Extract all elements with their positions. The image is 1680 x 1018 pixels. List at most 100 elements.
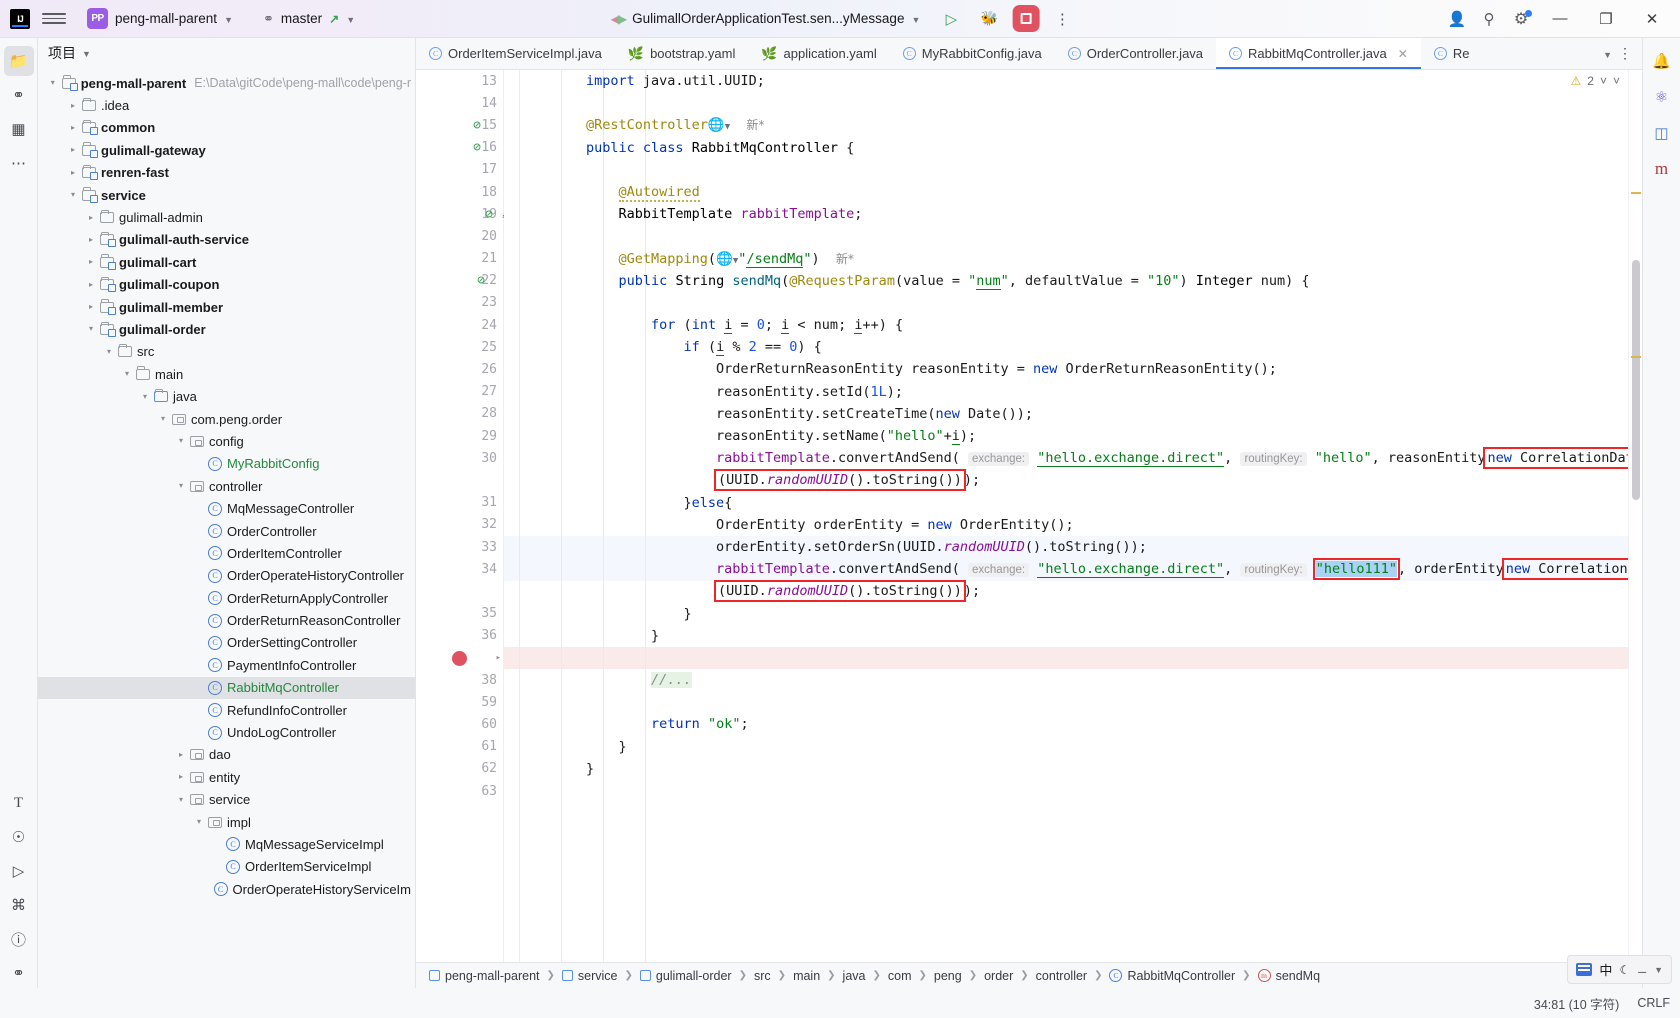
tree-expand-arrow[interactable]: ▸: [66, 101, 80, 110]
gutter-line-number[interactable]: 14: [416, 92, 503, 114]
tree-item-orderreturnreasoncontroller[interactable]: C OrderReturnReasonController: [38, 609, 415, 631]
tree-item-renren-fast[interactable]: ▸ renren-fast: [38, 162, 415, 184]
tree-expand-arrow[interactable]: ▸: [66, 146, 80, 154]
project-tool-icon[interactable]: 📁: [3, 46, 34, 76]
breadcrumb-item-order[interactable]: order: [981, 968, 1016, 984]
code-line[interactable]: public String sendMq(@RequestParam(value…: [586, 270, 1628, 292]
breadcrumb-item-sendmq[interactable]: m sendMq: [1255, 968, 1323, 984]
tree-expand-arrow[interactable]: ▾: [138, 392, 152, 401]
more-options-button[interactable]: ⋮: [1047, 5, 1077, 33]
code-line[interactable]: [586, 159, 1628, 181]
code-line[interactable]: }: [586, 736, 1628, 758]
moon-icon[interactable]: ☾: [1619, 963, 1630, 977]
gutter-line-number[interactable]: 21: [416, 248, 503, 270]
more-tool-icon[interactable]: ⋯: [4, 148, 34, 178]
gutter-line-number[interactable]: 60: [416, 713, 503, 735]
code-line[interactable]: @GetMapping(🌐▼"/sendMq") 新*: [586, 248, 1628, 270]
tree-expand-arrow[interactable]: ▸: [84, 235, 98, 244]
gutter-line-number[interactable]: [416, 580, 503, 602]
breadcrumb-item-peng-mall-parent[interactable]: peng-mall-parent: [426, 968, 543, 984]
editor-tab-rabbitmqcontroller-java[interactable]: C RabbitMqController.java ✕: [1216, 38, 1421, 69]
chevron-down-icon[interactable]: ▼: [1603, 50, 1612, 60]
gutter-line-number[interactable]: 29: [416, 425, 503, 447]
fold-arrow-icon[interactable]: ▸: [496, 653, 501, 663]
account-button[interactable]: 👤: [1442, 5, 1472, 33]
gutter-line-number[interactable]: 22 ⊘: [416, 270, 503, 292]
editor-tab-bootstrap-yaml[interactable]: 🌿 bootstrap.yaml: [615, 38, 748, 69]
gutter-line-number[interactable]: 62: [416, 758, 503, 780]
code-line[interactable]: rabbitTemplate.convertAndSend( exchange:…: [586, 447, 1628, 470]
tree-item-impl[interactable]: ▾ impl: [38, 811, 415, 833]
tree-item-gulimall-gateway[interactable]: ▸ gulimall-gateway: [38, 139, 415, 161]
tree-item-ordercontroller[interactable]: C OrderController: [38, 520, 415, 542]
code-line[interactable]: OrderReturnReasonEntity reasonEntity = n…: [586, 358, 1628, 380]
no-usage-icon[interactable]: ⊘: [473, 118, 481, 133]
gutter-line-number[interactable]: 63: [416, 780, 503, 802]
tree-item-ordersettingcontroller[interactable]: C OrderSettingController: [38, 632, 415, 654]
tree-item-orderitemcontroller[interactable]: C OrderItemController: [38, 542, 415, 564]
close-button[interactable]: ✕: [1630, 0, 1674, 38]
gutter-line-number[interactable]: ▸: [416, 647, 503, 669]
ime-chinese-icon[interactable]: 中: [1599, 960, 1612, 979]
code-line[interactable]: (UUID.randomUUID().toString()));: [586, 580, 1628, 603]
gutter-line-number[interactable]: 19⊘☕: [416, 203, 509, 225]
code-line[interactable]: [586, 92, 1628, 114]
stop-button[interactable]: [1012, 5, 1040, 32]
scrollbar-thumb[interactable]: [1632, 260, 1640, 500]
breadcrumb-item-service[interactable]: service: [559, 968, 621, 984]
tree-expand-arrow[interactable]: ▸: [66, 168, 80, 177]
gutter-line-number[interactable]: 17: [416, 159, 503, 181]
tree-item-dao[interactable]: ▸ dao: [38, 744, 415, 766]
todo-tool-icon[interactable]: T: [4, 788, 34, 818]
tree-expand-arrow[interactable]: ▸: [174, 773, 188, 781]
chevron-icon[interactable]: ▼: [1654, 965, 1663, 975]
code-line[interactable]: [586, 647, 1628, 669]
tree-item-entity[interactable]: ▸ entity: [38, 766, 415, 788]
breadcrumb-item-src[interactable]: src: [751, 968, 774, 984]
gutter-line-number[interactable]: 16 ⊘: [416, 137, 503, 159]
gutter-line-number[interactable]: [416, 469, 503, 491]
chevron-up-icon[interactable]: ˅: [1600, 74, 1607, 88]
run-configuration-selector[interactable]: ◀▶ GulimallOrderApplicationTest.sen...yM…: [603, 8, 929, 29]
structure-tool-icon[interactable]: ▦: [4, 114, 34, 144]
problems-tool-icon[interactable]: ⓘ: [4, 924, 34, 954]
tree-item-controller[interactable]: ▾ controller: [38, 475, 415, 497]
code-line[interactable]: }: [586, 758, 1628, 780]
keyboard-icon[interactable]: [1576, 963, 1593, 976]
code-line[interactable]: [586, 780, 1628, 802]
code-line[interactable]: @RestController🌐▼ 新*: [586, 114, 1628, 136]
breadcrumb-item-rabbitmqcontroller[interactable]: C RabbitMqController: [1106, 968, 1238, 984]
code-line[interactable]: [586, 225, 1628, 247]
maximize-button[interactable]: ❐: [1584, 0, 1628, 38]
system-tray[interactable]: 中 ☾ ⚊ ▼: [1567, 955, 1672, 984]
chevron-down-icon[interactable]: ▼: [82, 49, 91, 59]
tree-item-orderoperatehistoryserviceim[interactable]: C OrderOperateHistoryServiceIm: [38, 878, 415, 900]
tree-expand-arrow[interactable]: ▾: [192, 818, 206, 826]
code-line[interactable]: if (i % 2 == 0) {: [586, 336, 1628, 358]
tree-item-gulimall-member[interactable]: ▸ gulimall-member: [38, 296, 415, 318]
code-line[interactable]: rabbitTemplate.convertAndSend( exchange:…: [586, 558, 1628, 581]
services-tool-icon[interactable]: ☉: [4, 822, 34, 852]
tree-expand-arrow[interactable]: ▸: [66, 123, 80, 132]
tree-expand-arrow[interactable]: ▾: [174, 482, 188, 490]
code-line[interactable]: }else{: [586, 492, 1628, 514]
editor-tab-orderitemserviceimpl-java[interactable]: C OrderItemServiceImpl.java: [416, 38, 615, 69]
gutter-line-number[interactable]: 38: [416, 669, 503, 691]
tree-item-gulimall-order[interactable]: ▾ gulimall-order: [38, 318, 415, 340]
chevron-down-icon[interactable]: ˅: [1613, 74, 1620, 88]
url-mapping-icon[interactable]: ⊘: [477, 273, 485, 288]
code-line[interactable]: import java.util.UUID;: [586, 70, 1628, 92]
gutter-line-number[interactable]: 30: [416, 447, 503, 469]
terminal-tool-icon[interactable]: ⌘: [4, 890, 34, 920]
gutter-line-number[interactable]: 35: [416, 603, 503, 625]
gutter-line-number[interactable]: 23: [416, 292, 503, 314]
tree-item-src[interactable]: ▾ src: [38, 341, 415, 363]
code-line[interactable]: [586, 691, 1628, 713]
project-selector[interactable]: PP peng-mall-parent ▼: [80, 5, 240, 32]
code-line[interactable]: public class RabbitMqController {: [586, 137, 1628, 159]
tree-item-undologcontroller[interactable]: C UndoLogController: [38, 721, 415, 743]
inspection-scrollbar[interactable]: [1628, 70, 1642, 962]
code-line[interactable]: return "ok";: [586, 713, 1628, 735]
gutter-line-number[interactable]: 61: [416, 736, 503, 758]
code-line[interactable]: @Autowired: [586, 181, 1628, 203]
